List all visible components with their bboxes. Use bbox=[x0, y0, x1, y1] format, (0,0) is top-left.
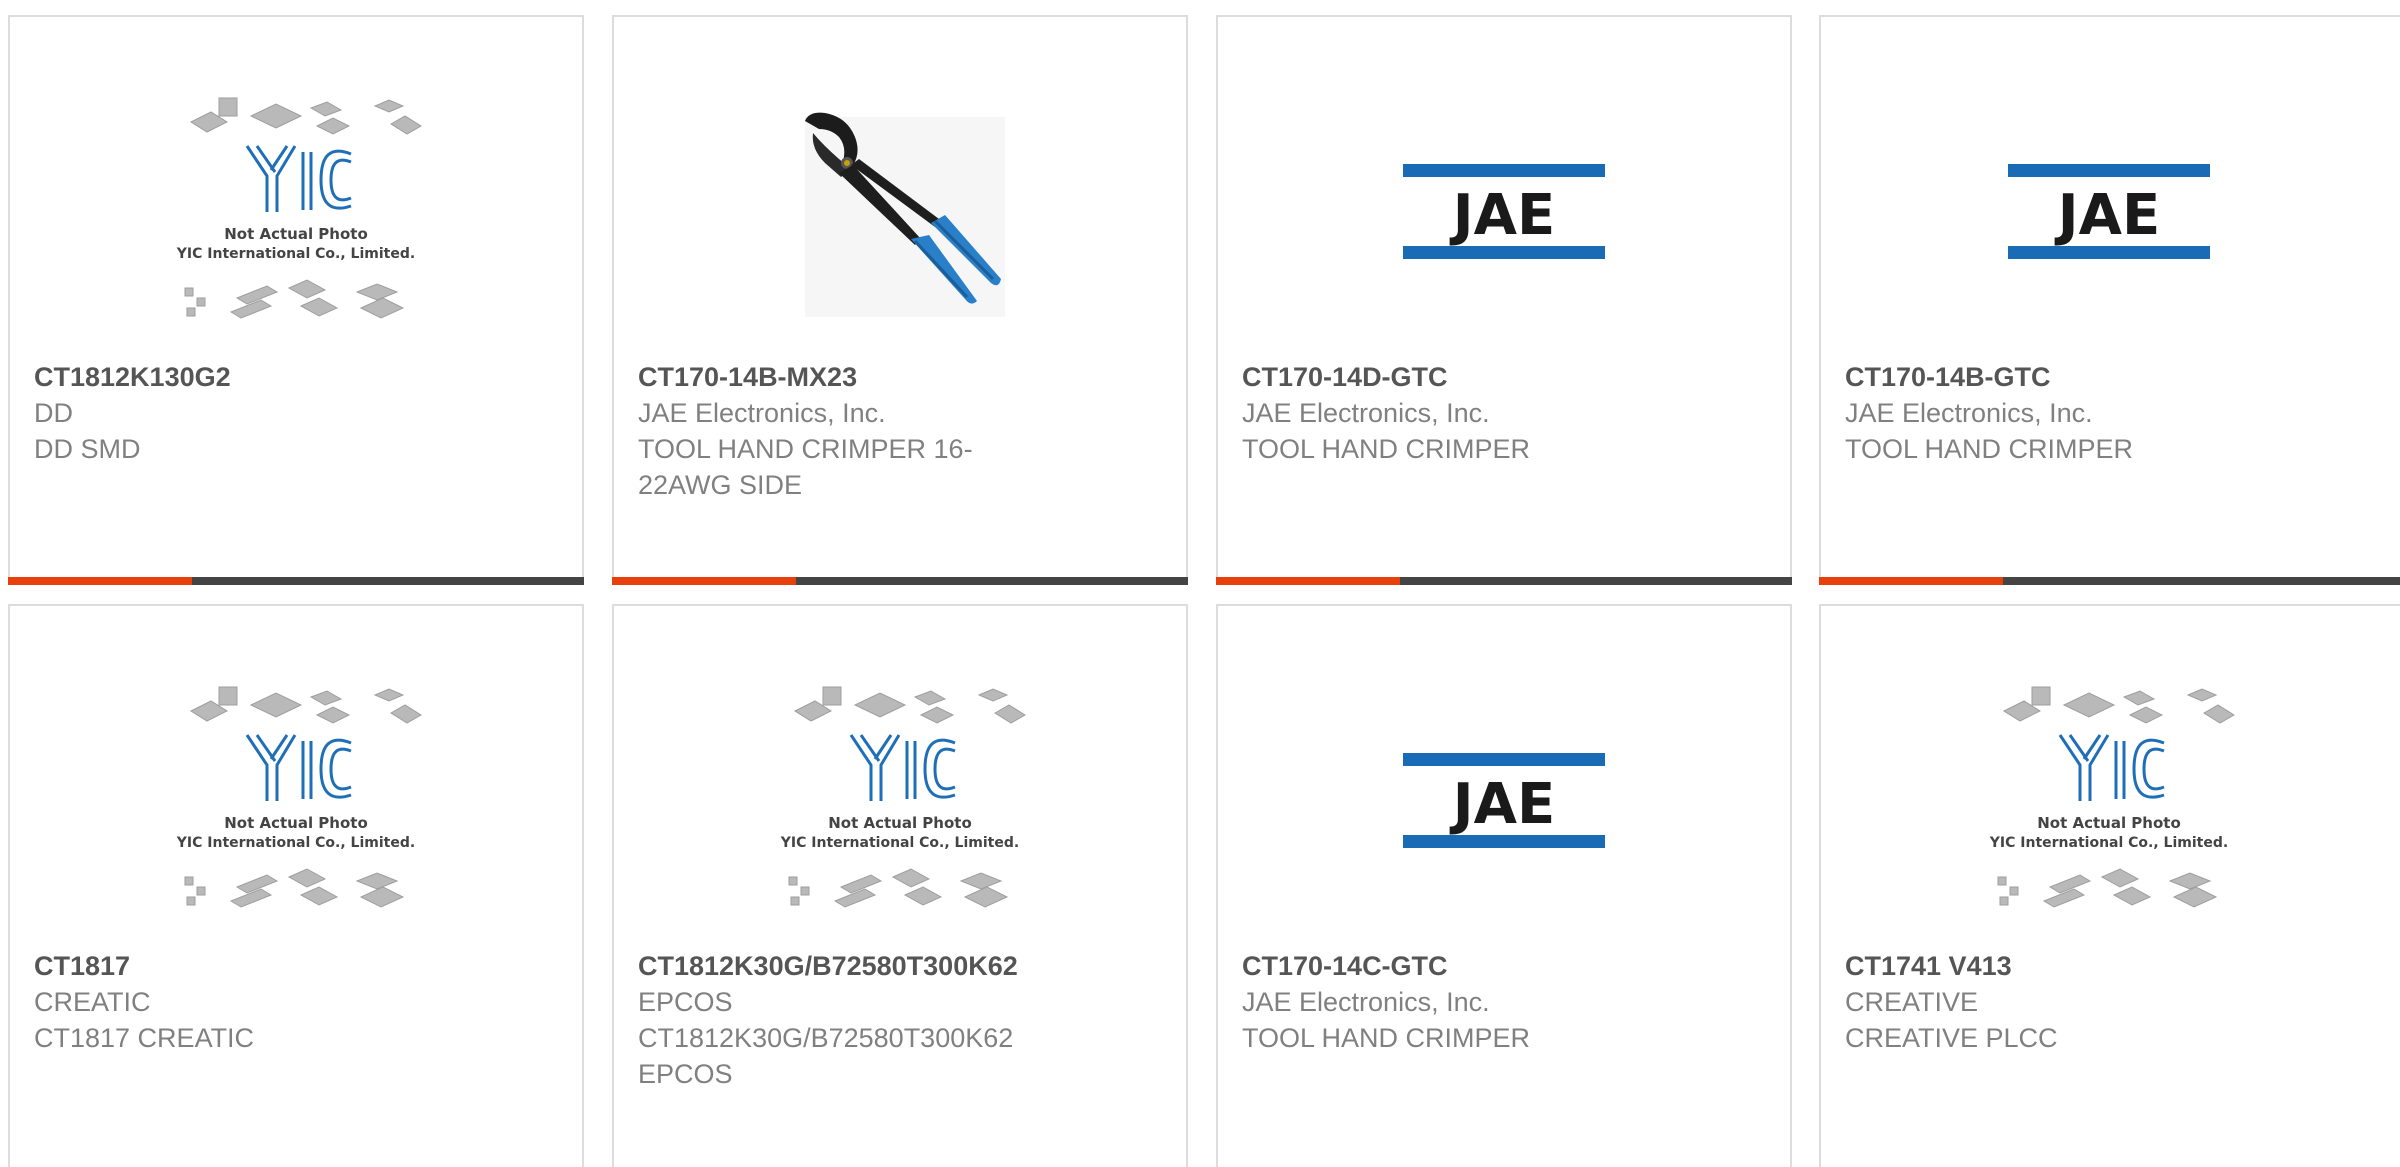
part-number-link[interactable]: CT170-14B-MX23 bbox=[638, 359, 1058, 395]
jae-logo-text: JAE bbox=[1449, 772, 1555, 837]
image-caption-line2: YIC International Co., Limited. bbox=[780, 835, 1019, 851]
part-number-link[interactable]: CT1812K30G/B72580T300K62 bbox=[638, 948, 1058, 984]
part-number-link[interactable]: CT170-14C-GTC bbox=[1242, 948, 1662, 984]
product-image-jae-logo[interactable]: JAE bbox=[1218, 57, 1790, 367]
product-info: CT170-14B-MX23 JAE Electronics, Inc. TOO… bbox=[638, 359, 1058, 503]
product-grid: Not Actual Photo YIC International Co., … bbox=[0, 0, 2400, 1167]
card-bottom-bar bbox=[612, 577, 1188, 585]
manufacturer-text: JAE Electronics, Inc. bbox=[1845, 398, 2093, 428]
card-bottom-bar bbox=[1216, 577, 1792, 585]
crimper-tool-image bbox=[805, 112, 1005, 317]
product-info: CT170-14D-GTC JAE Electronics, Inc. TOOL… bbox=[1242, 359, 1662, 467]
yic-placeholder-image: Not Actual Photo YIC International Co., … bbox=[1989, 686, 2235, 908]
part-number-link[interactable]: CT1741 V413 bbox=[1845, 948, 2265, 984]
manufacturer-text: JAE Electronics, Inc. bbox=[1242, 987, 1490, 1017]
manufacturer-text: EPCOS bbox=[638, 987, 733, 1017]
card-accent-bar bbox=[612, 577, 796, 585]
description-text: TOOL HAND CRIMPER bbox=[1845, 434, 2134, 464]
manufacturer-text: DD bbox=[34, 398, 73, 428]
jae-logo-image: JAE bbox=[1403, 753, 1605, 848]
image-caption-line1: Not Actual Photo bbox=[828, 814, 972, 832]
jae-logo-image: JAE bbox=[2008, 164, 2210, 259]
yic-placeholder-image: Not Actual Photo YIC International Co., … bbox=[176, 97, 422, 319]
jae-logo-text: JAE bbox=[2054, 183, 2160, 248]
product-image-crimper[interactable] bbox=[614, 57, 1186, 367]
product-info: CT1817 CREATIC CT1817 CREATIC bbox=[34, 948, 454, 1056]
product-card[interactable]: Not Actual Photo YIC International Co., … bbox=[1819, 604, 2400, 1167]
product-image-yic-placeholder[interactable]: Not Actual Photo YIC International Co., … bbox=[614, 646, 1186, 956]
yic-placeholder-image: Not Actual Photo YIC International Co., … bbox=[176, 686, 422, 908]
image-caption-line1: Not Actual Photo bbox=[224, 814, 368, 832]
manufacturer-text: CREATIC bbox=[34, 987, 151, 1017]
description-text: CREATIVE PLCC bbox=[1845, 1023, 2058, 1053]
product-card[interactable]: JAE CT170-14B-GTC JAE Electronics, Inc. … bbox=[1819, 15, 2400, 585]
manufacturer-text: CREATIVE bbox=[1845, 987, 1979, 1017]
part-number-link[interactable]: CT170-14D-GTC bbox=[1242, 359, 1662, 395]
part-number-link[interactable]: CT170-14B-GTC bbox=[1845, 359, 2265, 395]
image-caption-line2: YIC International Co., Limited. bbox=[1989, 835, 2228, 851]
image-caption-line2: YIC International Co., Limited. bbox=[176, 246, 415, 262]
product-info: CT1812K30G/B72580T300K62 EPCOS CT1812K30… bbox=[638, 948, 1058, 1092]
product-image-yic-placeholder[interactable]: Not Actual Photo YIC International Co., … bbox=[10, 57, 582, 367]
product-card[interactable]: CT170-14B-MX23 JAE Electronics, Inc. TOO… bbox=[612, 15, 1188, 585]
product-card[interactable]: JAE CT170-14C-GTC JAE Electronics, Inc. … bbox=[1216, 604, 1792, 1167]
card-accent-bar bbox=[1819, 577, 2003, 585]
product-info: CT1812K130G2 DD DD SMD bbox=[34, 359, 454, 467]
description-text: TOOL HAND CRIMPER bbox=[1242, 434, 1531, 464]
description-text: TOOL HAND CRIMPER bbox=[1242, 1023, 1531, 1053]
card-bottom-bar bbox=[8, 577, 584, 585]
product-image-yic-placeholder[interactable]: Not Actual Photo YIC International Co., … bbox=[1821, 646, 2397, 956]
jae-logo-image: JAE bbox=[1403, 164, 1605, 259]
jae-logo-text: JAE bbox=[1449, 183, 1555, 248]
image-caption-line1: Not Actual Photo bbox=[2037, 814, 2181, 832]
product-card[interactable]: Not Actual Photo YIC International Co., … bbox=[8, 15, 584, 585]
description-text: CT1817 CREATIC bbox=[34, 1023, 255, 1053]
product-info: CT170-14B-GTC JAE Electronics, Inc. TOOL… bbox=[1845, 359, 2265, 467]
card-accent-bar bbox=[8, 577, 192, 585]
product-info: CT1741 V413 CREATIVE CREATIVE PLCC bbox=[1845, 948, 2265, 1056]
card-accent-bar bbox=[1216, 577, 1400, 585]
manufacturer-text: JAE Electronics, Inc. bbox=[1242, 398, 1490, 428]
part-number-link[interactable]: CT1812K130G2 bbox=[34, 359, 454, 395]
product-image-yic-placeholder[interactable]: Not Actual Photo YIC International Co., … bbox=[10, 646, 582, 956]
product-card[interactable]: Not Actual Photo YIC International Co., … bbox=[612, 604, 1188, 1167]
product-card[interactable]: Not Actual Photo YIC International Co., … bbox=[8, 604, 584, 1167]
product-card[interactable]: JAE CT170-14D-GTC JAE Electronics, Inc. … bbox=[1216, 15, 1792, 585]
description-text: DD SMD bbox=[34, 434, 141, 464]
product-info: CT170-14C-GTC JAE Electronics, Inc. TOOL… bbox=[1242, 948, 1662, 1056]
description-text: CT1812K30G/B72580T300K62 EPCOS bbox=[638, 1023, 1014, 1089]
part-number-link[interactable]: CT1817 bbox=[34, 948, 454, 984]
card-bottom-bar bbox=[1819, 577, 2400, 585]
product-image-jae-logo[interactable]: JAE bbox=[1218, 646, 1790, 956]
description-text: TOOL HAND CRIMPER 16-22AWG SIDE bbox=[638, 434, 973, 500]
product-image-jae-logo[interactable]: JAE bbox=[1821, 57, 2397, 367]
image-caption-line2: YIC International Co., Limited. bbox=[176, 835, 415, 851]
image-caption-line1: Not Actual Photo bbox=[224, 225, 368, 243]
manufacturer-text: JAE Electronics, Inc. bbox=[638, 398, 886, 428]
yic-placeholder-image: Not Actual Photo YIC International Co., … bbox=[780, 686, 1026, 908]
